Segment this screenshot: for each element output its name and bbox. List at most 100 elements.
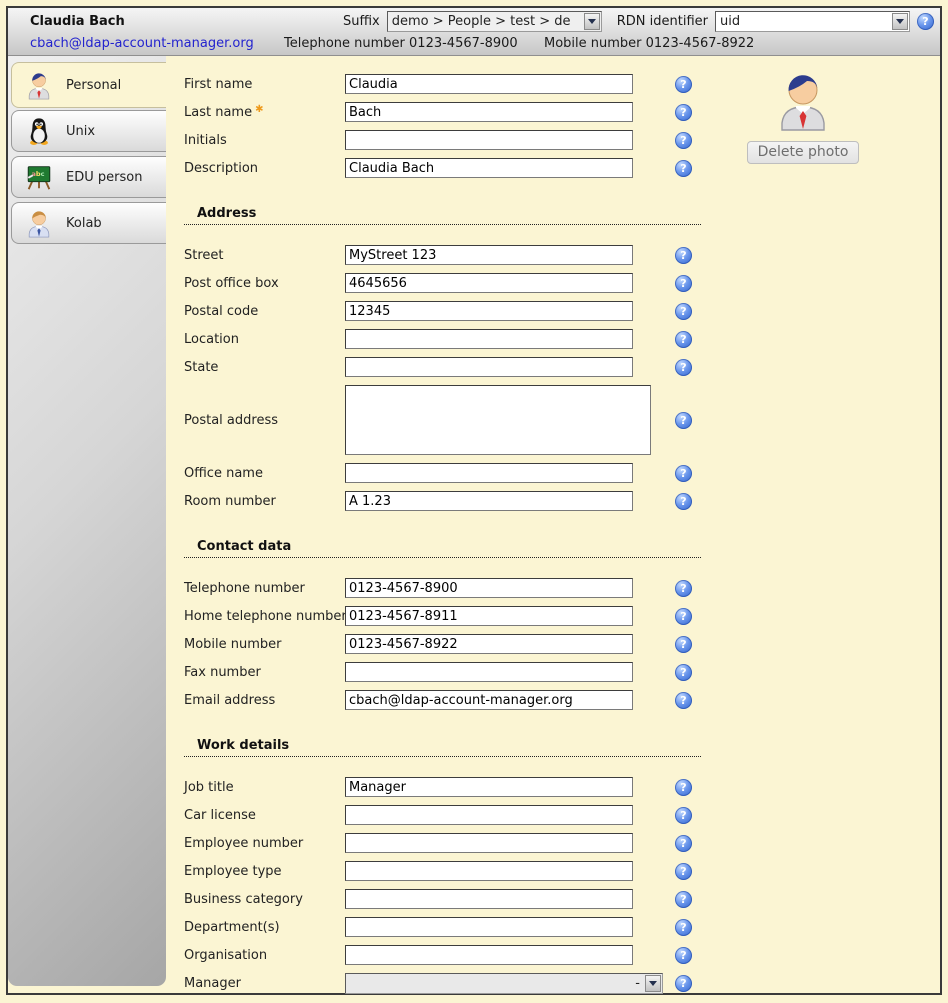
field-label-text: Mobile number: [184, 637, 282, 652]
mobile-number-input[interactable]: [345, 634, 633, 654]
form-row-office-name: Office name?: [184, 459, 940, 487]
street-input[interactable]: [345, 245, 633, 265]
fax-number-input[interactable]: [345, 662, 633, 682]
form-row-department-s-: Department(s)?: [184, 913, 940, 941]
field-label-last-name: Last name✱: [184, 104, 345, 120]
suffix-select[interactable]: demo > People > test > de: [387, 11, 602, 32]
help-icon[interactable]: ?: [675, 807, 692, 824]
home-telephone-number-input[interactable]: [345, 606, 633, 626]
description-input[interactable]: [345, 158, 633, 178]
sidebar-tab-edu-person[interactable]: abc EDU person: [11, 156, 166, 198]
help-icon[interactable]: ?: [675, 692, 692, 709]
help-icon[interactable]: ?: [675, 919, 692, 936]
help-icon[interactable]: ?: [675, 275, 692, 292]
field-label-postal-code: Postal code: [184, 304, 345, 319]
field-label-car-license: Car license: [184, 808, 345, 823]
postal-address-textarea[interactable]: [345, 385, 651, 455]
field-label-text: State: [184, 360, 218, 375]
help-icon[interactable]: ?: [675, 947, 692, 964]
tab-label: Unix: [66, 124, 95, 139]
employee-number-input[interactable]: [345, 833, 633, 853]
department-s--input[interactable]: [345, 917, 633, 937]
form-row-telephone-number: Telephone number?: [184, 574, 940, 602]
sidebar-tab-personal[interactable]: Personal: [11, 62, 166, 108]
help-icon[interactable]: ?: [675, 160, 692, 177]
help-icon[interactable]: ?: [675, 412, 692, 429]
form-row-car-license: Car license?: [184, 801, 940, 829]
organisation-input[interactable]: [345, 945, 633, 965]
field-label-text: Manager: [184, 976, 241, 991]
help-icon[interactable]: ?: [675, 493, 692, 510]
help-icon[interactable]: ?: [675, 104, 692, 121]
suffix-dropdown-button[interactable]: [584, 13, 600, 30]
form-row-mobile-number: Mobile number?: [184, 630, 940, 658]
chevron-down-icon: [896, 19, 904, 24]
postal-code-input[interactable]: [345, 301, 633, 321]
help-icon[interactable]: ?: [675, 835, 692, 852]
form-row-post-office-box: Post office box?: [184, 269, 940, 297]
field-label-text: Last name: [184, 105, 252, 120]
first-name-input[interactable]: [345, 74, 633, 94]
field-label-job-title: Job title: [184, 780, 345, 795]
field-label-telephone-number: Telephone number: [184, 581, 345, 596]
help-icon[interactable]: ?: [675, 359, 692, 376]
help-icon[interactable]: ?: [675, 608, 692, 625]
field-label-text: Initials: [184, 133, 227, 148]
business-category-input[interactable]: [345, 889, 633, 909]
field-label-text: Street: [184, 248, 224, 263]
help-icon[interactable]: ?: [675, 891, 692, 908]
help-icon[interactable]: ?: [675, 975, 692, 992]
job-title-input[interactable]: [345, 777, 633, 797]
tab-label: EDU person: [66, 170, 142, 185]
location-input[interactable]: [345, 329, 633, 349]
car-license-input[interactable]: [345, 805, 633, 825]
state-input[interactable]: [345, 357, 633, 377]
suffix-label: Suffix: [343, 14, 380, 29]
sidebar: Personal Unix abc EDU person Kolab: [8, 56, 166, 986]
email-link[interactable]: cbach@ldap-account-manager.org: [30, 36, 254, 51]
employee-type-input[interactable]: [345, 861, 633, 881]
telephone-number-input[interactable]: [345, 578, 633, 598]
sidebar-tab-kolab[interactable]: Kolab: [11, 202, 166, 244]
post-office-box-input[interactable]: [345, 273, 633, 293]
svg-text:abc: abc: [32, 170, 45, 178]
email-address-input[interactable]: [345, 690, 633, 710]
section-heading-work-details: Work details: [184, 738, 701, 757]
help-icon[interactable]: ?: [675, 580, 692, 597]
sidebar-tab-unix[interactable]: Unix: [11, 110, 166, 152]
field-label-text: Department(s): [184, 920, 280, 935]
form-row-home-telephone-number: Home telephone number?: [184, 602, 940, 630]
help-icon[interactable]: ?: [675, 636, 692, 653]
manager-select[interactable]: -: [345, 973, 663, 994]
office-name-input[interactable]: [345, 463, 633, 483]
help-icon[interactable]: ?: [675, 247, 692, 264]
form-row-job-title: Job title?: [184, 773, 940, 801]
help-icon[interactable]: ?: [675, 664, 692, 681]
last-name-input[interactable]: [345, 102, 633, 122]
help-icon[interactable]: ?: [675, 779, 692, 796]
main-area: PersonalUnixabcEDU personKolab First nam…: [8, 56, 940, 993]
manager-select-value: -: [346, 976, 644, 991]
form-row-postal-code: Postal code?: [184, 297, 940, 325]
help-icon[interactable]: ?: [675, 76, 692, 93]
field-label-text: Fax number: [184, 665, 261, 680]
rdn-dropdown-button[interactable]: [892, 13, 908, 30]
form-row-room-number: Room number?: [184, 487, 940, 515]
form-row-employee-number: Employee number?: [184, 829, 940, 857]
help-icon[interactable]: ?: [917, 13, 934, 30]
manager-dropdown-button[interactable]: [645, 975, 661, 992]
form-row-business-category: Business category?: [184, 885, 940, 913]
form-row-state: State?: [184, 353, 940, 381]
help-icon[interactable]: ?: [675, 331, 692, 348]
initials-input[interactable]: [345, 130, 633, 150]
help-icon[interactable]: ?: [675, 863, 692, 880]
rdn-select[interactable]: uid: [715, 11, 910, 32]
field-label-business-category: Business category: [184, 892, 345, 907]
help-icon[interactable]: ?: [675, 465, 692, 482]
header-mobile: Mobile number 0123-4567-8922: [544, 36, 754, 51]
help-icon[interactable]: ?: [675, 303, 692, 320]
help-icon[interactable]: ?: [675, 132, 692, 149]
rdn-select-value: uid: [716, 14, 891, 29]
room-number-input[interactable]: [345, 491, 633, 511]
delete-photo-button[interactable]: Delete photo: [747, 141, 860, 164]
